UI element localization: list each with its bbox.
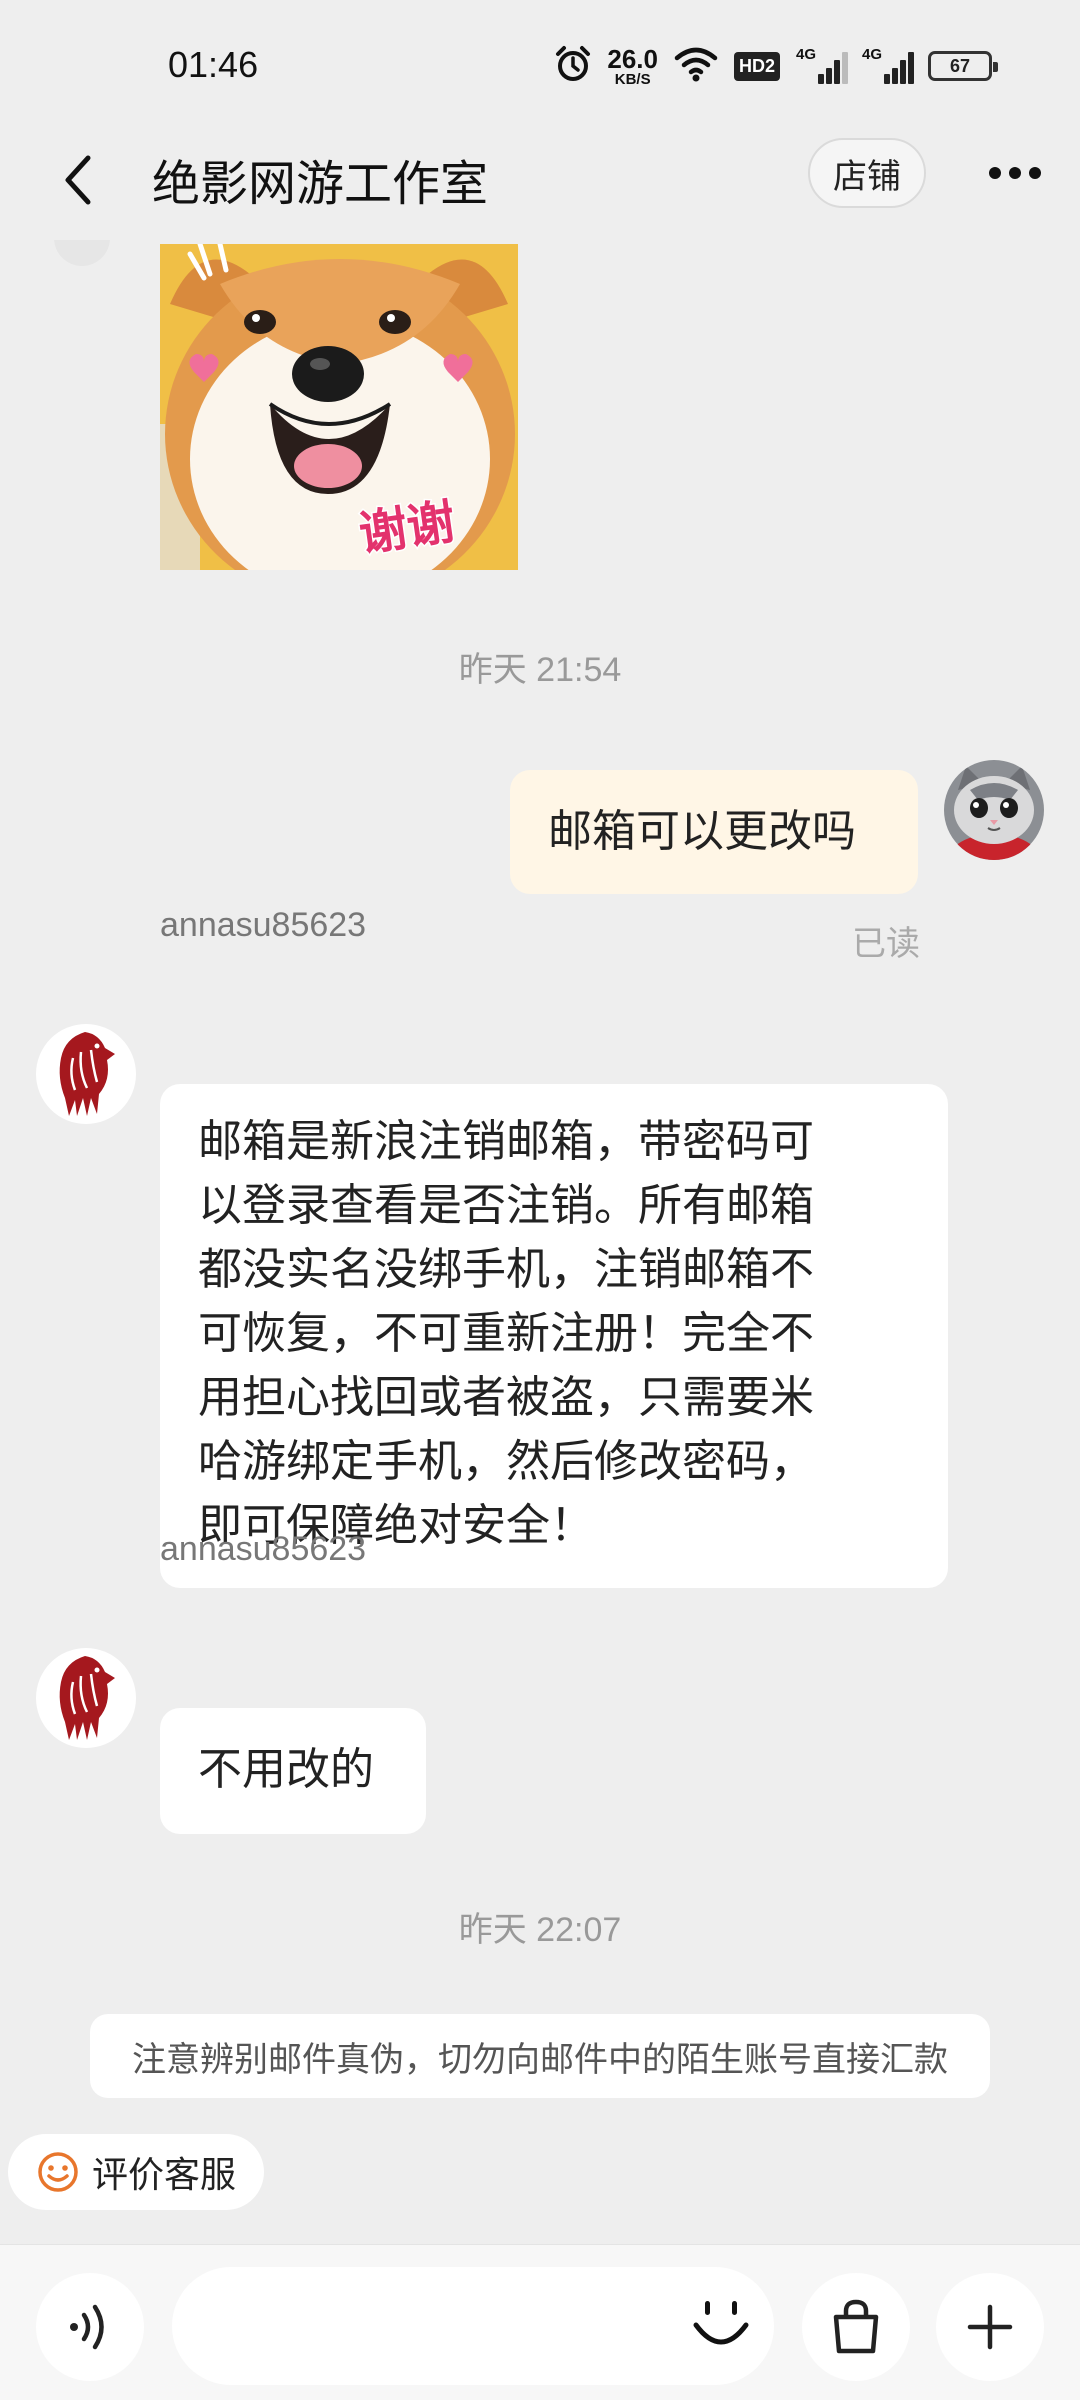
shopping-bag-icon	[833, 2299, 879, 2354]
nav-bar: 绝影网游工作室 店铺	[0, 130, 1080, 240]
signal-icon: 4G	[862, 46, 914, 84]
timestamp: 昨天 21:54	[458, 651, 622, 689]
sticker-image[interactable]: 谢谢	[160, 244, 518, 570]
wifi-icon	[674, 46, 718, 86]
message-bubble-incoming[interactable]: 邮箱是新浪注销邮箱，带密码可 以登录查看是否注销。所有邮箱 都没实名没绑手机，注…	[160, 1084, 948, 1588]
more-button[interactable]	[980, 148, 1050, 198]
plus-icon	[967, 2304, 1013, 2350]
alarm-icon	[555, 45, 591, 87]
message-line: 邮箱是新浪注销邮箱，带密码可	[198, 1116, 814, 1167]
signal-icon: 4G	[796, 46, 848, 84]
chevron-left-icon	[65, 155, 91, 205]
back-button[interactable]	[48, 148, 112, 212]
message-bubble-outgoing[interactable]: 邮箱可以更改吗	[510, 770, 918, 894]
emoji-icon	[693, 2301, 749, 2345]
page-title: 绝影网游工作室	[152, 156, 489, 212]
shiba-dog-sticker: 谢谢	[160, 244, 518, 570]
message-line: 可恢复，不可重新注册！完全不	[198, 1308, 814, 1359]
plus-button[interactable]	[936, 2273, 1044, 2381]
message-line: 以登录查看是否注销。所有邮箱	[198, 1180, 814, 1231]
chat-area[interactable]: 谢谢 昨天 21:54 邮箱可以更改吗 已读 annasu85623 邮箱是新浪…	[0, 240, 1080, 2230]
status-bar: 01:46 26.0 KB/S HD2 4G 4G 67	[0, 0, 1080, 130]
rate-service-button[interactable]: 评价客服	[8, 2134, 264, 2210]
signal-label: 4G	[796, 46, 817, 63]
input-bar	[0, 2244, 1080, 2400]
avatar[interactable]	[36, 1648, 136, 1748]
voice-icon	[70, 2304, 104, 2350]
avatar[interactable]	[944, 760, 1044, 860]
status-icons: 26.0 KB/S HD2 4G 4G 67	[555, 44, 998, 88]
smile-icon	[38, 2152, 78, 2192]
goods-button[interactable]	[802, 2273, 910, 2381]
message-line: 用担心找回或者被盗，只需要米	[198, 1372, 814, 1423]
cat-avatar-image	[944, 760, 1044, 860]
more-dots-icon	[989, 167, 1001, 179]
battery-level: 67	[949, 55, 971, 76]
net-speed-unit: KB/S	[614, 70, 651, 88]
message-bubble-incoming[interactable]: 不用改的	[160, 1708, 426, 1834]
message-line: 哈游绑定手机，然后修改密码，	[198, 1436, 814, 1487]
avatar[interactable]	[36, 1024, 136, 1124]
emoji-button[interactable]	[686, 2287, 756, 2363]
message-line: 都没实名没绑手机，注销邮箱不	[198, 1244, 814, 1295]
chat-screen: 01:46 26.0 KB/S HD2 4G 4G 67 绝影网游工作室 店铺 …	[0, 0, 1080, 2400]
voice-button[interactable]	[36, 2273, 144, 2381]
rate-service-label: 评价客服	[92, 2155, 237, 2196]
sender-name: annasu85623	[160, 906, 367, 944]
sender-name: annasu85623	[160, 1530, 367, 1568]
status-time: 01:46	[168, 44, 259, 85]
shop-logo-icon	[59, 1656, 115, 1740]
message-input[interactable]	[172, 2267, 774, 2385]
system-notice: 注意辨别邮件真伪，切勿向邮件中的陌生账号直接汇款	[90, 2014, 990, 2098]
timestamp: 昨天 22:07	[458, 1911, 622, 1949]
avatar[interactable]	[54, 240, 110, 266]
net-speed: 26.0 KB/S	[607, 46, 658, 87]
battery-icon: 67	[928, 51, 998, 81]
shop-logo-icon	[59, 1032, 115, 1116]
hd-badge: HD2	[733, 51, 780, 81]
net-speed-value: 26.0	[607, 43, 658, 74]
shop-button[interactable]: 店铺	[808, 138, 926, 208]
read-status: 已读	[852, 924, 920, 964]
signal-label: 4G	[862, 46, 883, 63]
